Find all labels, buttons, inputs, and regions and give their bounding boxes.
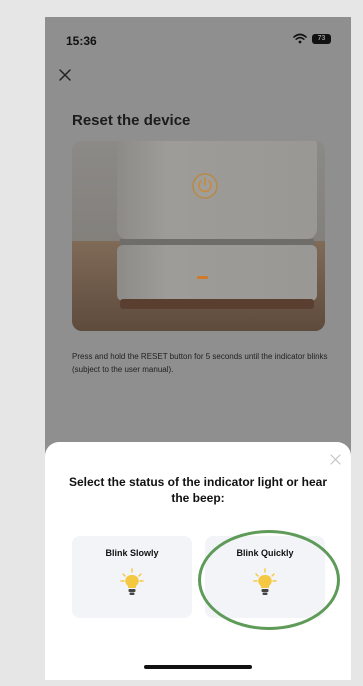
close-icon[interactable] — [330, 454, 341, 465]
highlight-circle — [198, 530, 340, 630]
home-indicator — [144, 665, 252, 669]
battery-icon: 73 — [312, 33, 331, 44]
close-icon[interactable] — [57, 67, 73, 83]
device-illustration — [72, 141, 325, 331]
instruction-text: Press and hold the RESET button for 5 se… — [72, 352, 328, 374]
page-title: Reset the device — [72, 112, 191, 129]
status-icons: 73 — [293, 33, 331, 44]
status-time: 15:36 — [66, 34, 97, 48]
status-selection-sheet: Select the status of the indicator light… — [45, 442, 351, 680]
wifi-icon — [293, 33, 307, 44]
lightbulb-icon — [120, 568, 144, 595]
sheet-title: Select the status of the indicator light… — [68, 475, 328, 505]
phone-screen: 15:36 73 Reset the device Press and hold… — [45, 17, 351, 680]
option-label: Blink Slowly — [105, 548, 159, 558]
blink-slowly-option[interactable]: Blink Slowly — [72, 536, 192, 618]
status-bar: 15:36 73 — [45, 17, 351, 57]
